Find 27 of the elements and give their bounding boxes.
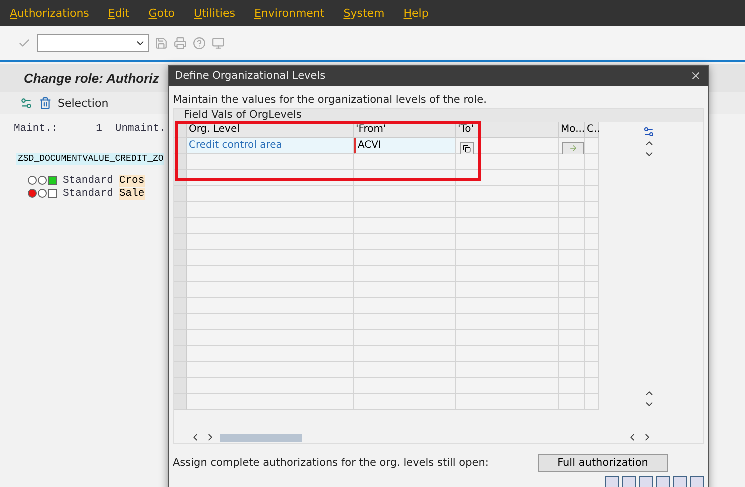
selection-button[interactable]: Selection [58,96,109,110]
object-label: Cros [119,174,145,186]
full-authorization-button[interactable]: Full authorization [538,454,668,472]
menu-item[interactable]: Authorizations [10,6,90,20]
org-level-link[interactable]: Credit control area [187,138,354,154]
menu-item[interactable]: Edit [108,6,130,20]
column-header[interactable]: Mo... [559,122,585,138]
object-label: Sale [119,188,145,200]
column-header[interactable]: C.. [585,122,599,138]
maint-label: Maint.: [14,123,58,135]
menu-item[interactable]: Environment [254,6,325,20]
menu-item[interactable]: Utilities [194,6,236,20]
footer-text: Assign complete authorizations for the org. levels still open: [173,457,489,469]
tree-node[interactable]: Standard [63,188,114,200]
menu-item[interactable]: Goto [148,6,176,20]
instruction-text: Maintain the values for the organizational levels of the role. [173,94,487,106]
screen-title: Change role: Authoriz [24,70,160,86]
tree-node[interactable]: Standard [63,174,114,186]
dialog-title: Define Organizational Levels [175,70,326,82]
column-header[interactable]: 'To' [456,122,559,138]
unmaint-label: Unmaint. [115,123,166,135]
from-field[interactable]: ACVI [354,138,456,154]
menu-item[interactable]: Help [404,6,429,20]
menu-item[interactable]: System [344,6,385,20]
group-title: Field Vals of OrgLevels [184,109,302,121]
maint-count: 1 [96,123,102,135]
role-name[interactable]: ZSD_DOCUMENTVALUE_CREDIT_ZO [16,153,164,165]
